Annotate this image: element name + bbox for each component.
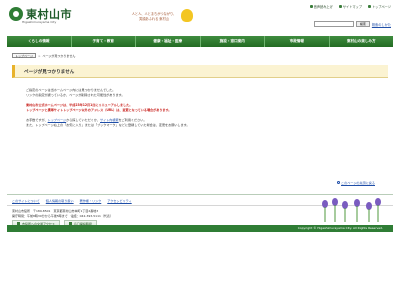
nav-item-enjoy[interactable]: 東村山の楽しみ方 <box>330 36 394 47</box>
footer-divider <box>7 194 393 195</box>
page-frame: 東村山市 Higashimurayama City 人と人、人とまちがつながり、… <box>7 0 393 300</box>
breadcrumb: トップページ > ページが見つかりません <box>12 53 75 58</box>
search-help-link[interactable]: 検索のしかた <box>372 22 391 27</box>
nav-item-municipal[interactable]: 市政情報 <box>265 36 330 47</box>
tagline-line: 笑顔あふれる 東村山 <box>139 16 169 21</box>
footer-links: このサイトについて 個人情報の取り扱い 著作権・リンク アクセシビリティ <box>12 198 132 203</box>
main-content: ご指定のページは当ホームページ内には見つかりませんでした。 リンクの指定が誤って… <box>26 88 366 132</box>
nav-item-facilities[interactable]: 施設・窓口案内 <box>201 36 265 47</box>
guidance-mid: から探していただくか、 <box>66 117 101 122</box>
page-title-bar: ページが見つかりません <box>12 65 388 78</box>
mascot-icon <box>181 9 193 22</box>
renewal-notice: 東村山市公式ホームページは、平成23年12月1日にリニューアルしました。 トップ… <box>26 103 366 114</box>
city-tagline: 人と人、人とまちがつながり、 笑顔あふれる 東村山 <box>129 12 179 21</box>
footer-link-copyright[interactable]: 著作権・リンク <box>80 198 102 203</box>
page-title: ページが見つかりません <box>24 70 75 75</box>
top-page-inline-link[interactable]: トップページ <box>48 118 67 122</box>
logo-subtitle: Higashimurayama City <box>22 20 57 24</box>
site-header: 東村山市 Higashimurayama City 人と人、人とまちがつながり、… <box>7 0 393 34</box>
renewal-line: 東村山市公式ホームページは、平成23年12月1日にリニューアルしました。 <box>26 102 133 107</box>
intro-paragraph: ご指定のページは当ホームページ内には見つかりませんでした。 リンクの指定が誤って… <box>26 88 366 99</box>
footer-address: 東村山市役所 〒189-8501 東京都東村山市本町1丁目2番地3 開庁時間：午… <box>12 209 113 219</box>
top-page-link[interactable]: トップページ <box>367 4 391 9</box>
search-button[interactable]: 検索 <box>355 21 370 27</box>
sitemap-icon <box>338 5 342 8</box>
intro-line: リンクの指定が誤っているか、ページが削除された可能性があります。 <box>26 93 125 98</box>
sitemap-link[interactable]: サイトマップ <box>338 4 362 9</box>
voice-reader-link[interactable]: 音声読み上げ <box>309 4 333 9</box>
guidance-prefix: お手数ですが、 <box>26 117 48 122</box>
iris-flowers-illustration <box>322 198 381 222</box>
top-page-label: トップページ <box>371 5 391 9</box>
sitemap-label: サイトマップ <box>342 5 362 9</box>
nav-item-living[interactable]: くらしの情報 <box>7 36 72 47</box>
footer-hours-line: 開庁時間：午前8時30分から午後5時まで 電話：042-393-5111（代表） <box>12 214 113 218</box>
guidance-line2: また、トップページ右上の「お気に入り」または「ブックマーク」などに登録していた場… <box>26 123 190 128</box>
speaker-icon <box>309 5 313 8</box>
breadcrumb-home[interactable]: トップページ <box>12 53 36 58</box>
nav-item-childcare[interactable]: 子育て・教育 <box>72 36 136 47</box>
footer-link-accessibility[interactable]: アクセシビリティ <box>107 198 131 203</box>
intro-line: ご指定のページは当ホームページ内には見つかりませんでした。 <box>26 88 116 92</box>
renewal-line: トップページと携帯サイトトップページ以外のアドレス（URL）は、変更となっている… <box>26 108 172 113</box>
footer-link-about[interactable]: このサイトについて <box>12 198 40 203</box>
search-bar: 検索 検索のしかた <box>313 21 391 27</box>
copyright-bar: Copyright © Higashimurayama City. All Ri… <box>7 225 393 232</box>
tagline-line: 人と人、人とまちがつながり、 <box>131 12 177 16</box>
breadcrumb-separator: > <box>37 53 41 58</box>
nav-item-health[interactable]: 健康・福祉・医療 <box>136 36 201 47</box>
utility-links: 音声読み上げ サイトマップ トップページ <box>309 4 391 9</box>
back-to-top-label: このページの先頭に戻る <box>341 181 375 185</box>
city-emblem-icon <box>9 7 23 21</box>
page: 東村山市 Higashimurayama City 人と人、人とまちがつながり、… <box>0 0 400 300</box>
guidance-suffix: をご利用ください。 <box>118 117 147 122</box>
back-to-top-link[interactable]: このページの先頭に戻る <box>337 180 375 185</box>
global-nav: くらしの情報 子育て・教育 健康・福祉・医療 施設・窓口案内 市政情報 東村山の… <box>7 36 393 47</box>
voice-reader-label: 音声読み上げ <box>313 5 333 9</box>
breadcrumb-current: ページが見つかりません <box>42 53 76 58</box>
site-search-inline-link[interactable]: サイト内検索 <box>100 118 119 122</box>
footer-link-privacy[interactable]: 個人情報の取り扱い <box>46 198 74 203</box>
home-icon <box>367 5 371 8</box>
guidance-paragraph: お手数ですが、トップページから探していただくか、サイト内検索をご利用ください。 … <box>26 118 366 129</box>
arrow-up-icon <box>337 181 341 184</box>
search-input[interactable] <box>313 21 354 27</box>
